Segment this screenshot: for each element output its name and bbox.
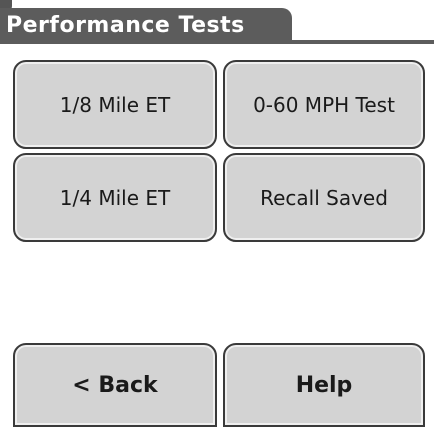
zero-sixty-test-button[interactable]: 0-60 MPH Test (223, 60, 425, 149)
recall-saved-label: Recall Saved (260, 185, 388, 210)
quarter-mile-et-label: 1/4 Mile ET (59, 185, 171, 210)
zero-sixty-test-label: 0-60 MPH Test (253, 92, 395, 117)
back-label: < Back (72, 372, 158, 398)
page-title: Performance Tests (0, 8, 292, 43)
eighth-mile-et-button[interactable]: 1/8 Mile ET (13, 60, 217, 149)
performance-tests-screen: Performance Tests 1/8 Mile ET 0-60 MPH T… (0, 0, 434, 427)
eighth-mile-et-label: 1/8 Mile ET (59, 92, 171, 117)
back-button[interactable]: < Back (13, 343, 217, 427)
recall-saved-button[interactable]: Recall Saved (223, 153, 425, 242)
help-label: Help (295, 372, 353, 398)
help-button[interactable]: Help (223, 343, 425, 427)
quarter-mile-et-button[interactable]: 1/4 Mile ET (13, 153, 217, 242)
